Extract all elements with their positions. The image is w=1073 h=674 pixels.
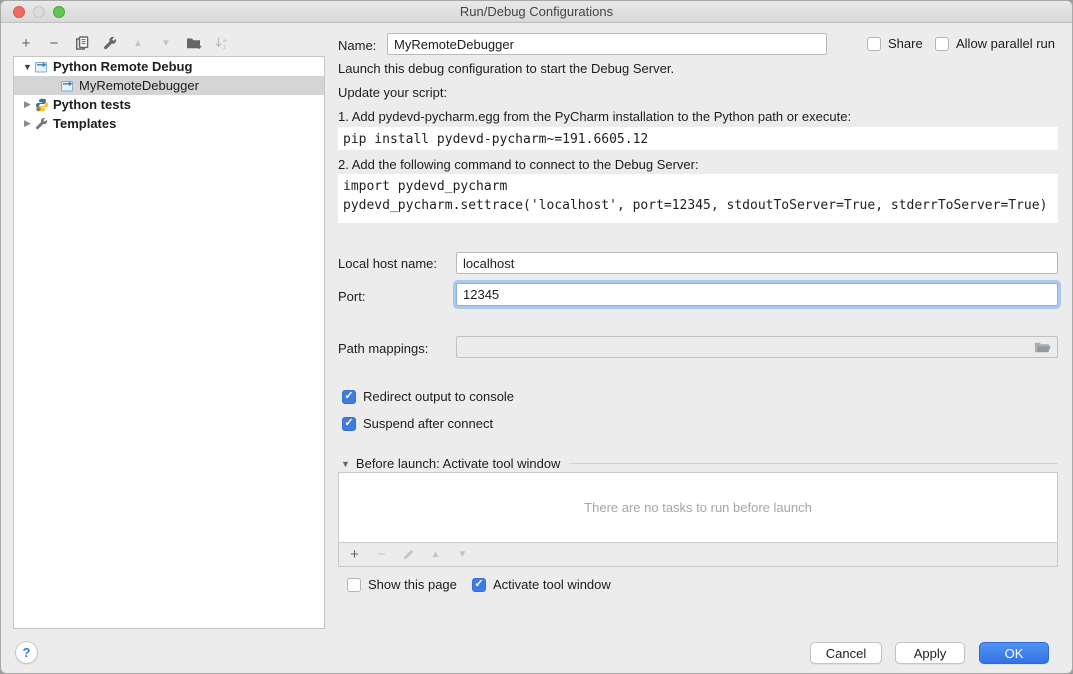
titlebar: Run/Debug Configurations: [1, 1, 1072, 23]
move-task-down-icon: ▼: [455, 547, 470, 563]
move-down-icon: ▼: [158, 35, 174, 51]
python-tests-icon: [35, 98, 50, 112]
copy-configuration-icon[interactable]: [74, 35, 90, 51]
sort-configurations-icon: az: [214, 35, 230, 51]
allow-parallel-run-label: Allow parallel run: [956, 36, 1055, 51]
activate-tool-window-checkbox[interactable]: ✓: [472, 578, 486, 592]
configurations-tree: ▼ Python Remote Debug MyRemoteDebugger ▶…: [13, 56, 325, 629]
help-button[interactable]: ?: [15, 641, 38, 664]
tree-item-myremotedebugger[interactable]: MyRemoteDebugger: [14, 76, 324, 95]
share-checkbox-row[interactable]: Share: [867, 36, 923, 51]
tree-item-label: Templates: [53, 116, 116, 131]
settrace-code-block: import pydevd_pycharm pydevd_pycharm.set…: [338, 174, 1058, 223]
instruction-step-1: 1. Add pydevd-pycharm.egg from the PyCha…: [338, 109, 851, 124]
tree-item-templates[interactable]: ▶ Templates: [14, 114, 324, 133]
apply-button[interactable]: Apply: [895, 642, 965, 664]
local-host-name-input[interactable]: [456, 252, 1058, 274]
instruction-line-2: Update your script:: [338, 85, 447, 100]
activate-tool-window-label: Activate tool window: [493, 577, 611, 592]
local-host-name-label: Local host name:: [338, 256, 437, 271]
show-this-page-checkbox-row[interactable]: Show this page: [347, 577, 457, 592]
tree-item-python-remote-debug[interactable]: ▼ Python Remote Debug: [14, 57, 324, 76]
settrace-code-line-2: pydevd_pycharm.settrace('localhost', por…: [343, 198, 1047, 213]
tree-item-label: Python Remote Debug: [53, 59, 192, 74]
pip-install-code: pip install pydevd-pycharm~=191.6605.12: [338, 127, 1058, 150]
run-config-icon: [61, 79, 76, 93]
move-up-icon: ▲: [130, 35, 146, 51]
empty-task-list-text: There are no tasks to run before launch: [584, 500, 812, 515]
before-launch-label: Before launch: Activate tool window: [356, 456, 561, 471]
show-this-page-checkbox[interactable]: [347, 578, 361, 592]
edit-task-pencil-icon: [401, 547, 416, 563]
new-folder-icon[interactable]: [186, 35, 202, 51]
cancel-button[interactable]: Cancel: [810, 642, 882, 664]
redirect-output-checkbox-row[interactable]: ✓ Redirect output to console: [342, 389, 514, 404]
section-rule: [569, 463, 1058, 464]
remove-task-icon: −: [374, 547, 389, 563]
chevron-collapsed-icon[interactable]: ▶: [22, 99, 33, 110]
share-checkbox[interactable]: [867, 37, 881, 51]
svg-text:z: z: [223, 44, 226, 50]
move-task-up-icon: ▲: [428, 547, 443, 563]
edit-defaults-wrench-icon[interactable]: [102, 35, 118, 51]
configurations-toolbar: + − ▲ ▼ az: [18, 33, 230, 53]
task-list-toolbar: + − ▲ ▼: [338, 542, 1058, 567]
port-label: Port:: [338, 289, 365, 304]
redirect-output-label: Redirect output to console: [363, 389, 514, 404]
allow-parallel-run-checkbox-row[interactable]: Allow parallel run: [935, 36, 1055, 51]
path-mappings-field[interactable]: [456, 336, 1058, 358]
show-this-page-label: Show this page: [368, 577, 457, 592]
ok-button[interactable]: OK: [979, 642, 1049, 664]
redirect-output-checkbox[interactable]: ✓: [342, 390, 356, 404]
tree-item-label: MyRemoteDebugger: [79, 78, 199, 93]
section-collapse-icon[interactable]: ▼: [341, 459, 350, 469]
add-task-icon[interactable]: +: [347, 547, 362, 563]
chevron-collapsed-icon[interactable]: ▶: [22, 118, 33, 129]
suspend-after-connect-checkbox-row[interactable]: ✓ Suspend after connect: [342, 416, 493, 431]
chevron-expanded-icon[interactable]: ▼: [22, 62, 33, 72]
suspend-after-connect-checkbox[interactable]: ✓: [342, 417, 356, 431]
name-input[interactable]: [387, 33, 827, 55]
run-debug-configurations-dialog: Run/Debug Configurations + − ▲ ▼ az ▼ Py…: [0, 0, 1073, 674]
help-question-glyph: ?: [23, 645, 31, 660]
browse-folder-icon[interactable]: [1034, 341, 1051, 354]
remove-configuration-icon[interactable]: −: [46, 35, 62, 51]
before-launch-section-header[interactable]: ▼ Before launch: Activate tool window: [341, 456, 1058, 471]
tree-item-python-tests[interactable]: ▶ Python tests: [14, 95, 324, 114]
run-config-icon: [35, 60, 50, 74]
path-mappings-label: Path mappings:: [338, 341, 428, 356]
share-label: Share: [888, 36, 923, 51]
templates-wrench-icon: [35, 117, 50, 131]
window-title: Run/Debug Configurations: [1, 4, 1072, 19]
activate-tool-window-checkbox-row[interactable]: ✓ Activate tool window: [472, 577, 611, 592]
add-configuration-icon[interactable]: +: [18, 35, 34, 51]
suspend-after-connect-label: Suspend after connect: [363, 416, 493, 431]
instruction-step-2: 2. Add the following command to connect …: [338, 157, 699, 172]
tree-item-label: Python tests: [53, 97, 131, 112]
before-launch-task-list[interactable]: There are no tasks to run before launch: [338, 472, 1058, 543]
allow-parallel-run-checkbox[interactable]: [935, 37, 949, 51]
name-label: Name:: [338, 38, 376, 53]
settrace-code-line-1: import pydevd_pycharm: [343, 179, 507, 194]
instruction-line-1: Launch this debug configuration to start…: [338, 61, 674, 76]
port-input[interactable]: [456, 283, 1058, 306]
